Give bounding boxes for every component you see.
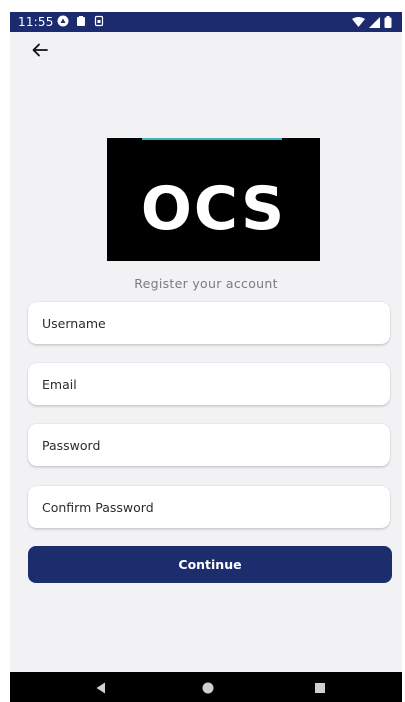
status-time: 11:55	[18, 15, 54, 29]
email-input[interactable]	[28, 363, 390, 405]
home-circle-icon[interactable]	[201, 680, 215, 694]
username-input[interactable]	[28, 302, 390, 344]
recents-square-icon[interactable]	[313, 680, 327, 694]
battery-icon	[384, 16, 392, 31]
phone-screen: 11:55 OCS Register your account Username…	[10, 12, 402, 702]
register-subtitle: Register your account	[134, 276, 278, 291]
ocs-logo: OCS	[107, 138, 320, 261]
status-icons-left	[57, 15, 105, 27]
status-bar: 11:55	[10, 12, 402, 32]
system-nav-bar	[10, 672, 402, 702]
email-field[interactable]	[28, 363, 390, 405]
confirm-password-field[interactable]	[28, 486, 390, 528]
status-icons-right	[352, 16, 392, 31]
wifi-icon	[352, 16, 365, 31]
back-triangle-icon[interactable]	[94, 680, 108, 694]
app-notification-icon	[57, 15, 69, 27]
logo-text: OCS	[140, 174, 287, 244]
back-arrow-icon[interactable]	[30, 40, 50, 60]
password-input[interactable]	[28, 424, 390, 466]
lock-icon	[75, 15, 87, 27]
logo-accent-line	[142, 138, 282, 140]
continue-button[interactable]: Continue	[28, 546, 392, 583]
confirm-password-input[interactable]	[28, 486, 390, 528]
sim-icon	[93, 15, 105, 27]
signal-icon	[369, 16, 380, 31]
username-field[interactable]	[28, 302, 390, 344]
password-field[interactable]	[28, 424, 390, 466]
